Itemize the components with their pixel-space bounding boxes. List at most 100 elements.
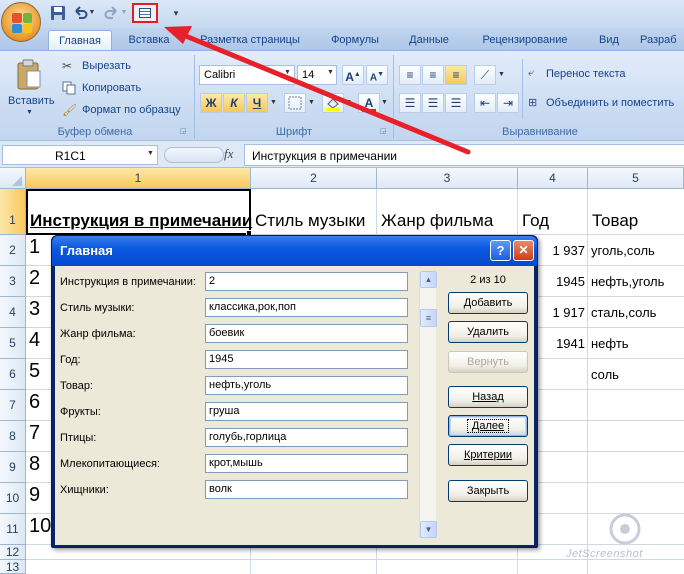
chevron-down-icon[interactable]: ▼ [120, 5, 128, 21]
dialog-launcher-icon[interactable]: ◲ [380, 127, 388, 135]
tab-home[interactable]: Главная [48, 30, 112, 50]
tab-page-layout[interactable]: Разметка страницы [190, 30, 310, 50]
tab-view[interactable]: Вид [588, 30, 630, 50]
column-header[interactable]: 1 [26, 168, 251, 189]
cell-header[interactable]: Стиль музыки [255, 211, 365, 231]
help-button[interactable]: ? [490, 240, 511, 261]
restore-button[interactable]: Вернуть [448, 351, 528, 373]
row-header[interactable]: 9 [0, 452, 26, 483]
name-box[interactable]: R1C1 ▼ [2, 145, 158, 165]
cell[interactable]: 7 [29, 422, 40, 445]
cell-header[interactable]: Год [522, 211, 549, 231]
chevron-down-icon[interactable]: ▼ [308, 99, 315, 106]
chevron-down-icon[interactable]: ▼ [270, 99, 277, 106]
tab-formulas[interactable]: Формулы [320, 30, 390, 50]
tab-developer[interactable]: Разраб [640, 30, 684, 50]
row-header[interactable]: 13 [0, 560, 26, 574]
scroll-up-icon[interactable]: ▲ [420, 271, 437, 288]
record-scrollbar[interactable]: ▲ ≡ ▼ [419, 271, 437, 538]
row-header[interactable]: 2 [0, 235, 26, 266]
row-header[interactable]: 10 [0, 483, 26, 514]
row-header[interactable]: 6 [0, 359, 26, 390]
align-top-button[interactable]: ≡ [399, 65, 421, 85]
chevron-down-icon[interactable]: ▼ [345, 99, 352, 106]
row-header[interactable]: 8 [0, 421, 26, 452]
row-header[interactable]: 11 [0, 514, 26, 545]
cell[interactable]: 3 [29, 298, 40, 321]
wrap-text-button[interactable]: ⤶ Перенос текста [528, 67, 684, 83]
row-header[interactable]: 4 [0, 297, 26, 328]
font-size-select[interactable]: 14 ▼ [297, 65, 337, 85]
column-header[interactable]: 5 [588, 168, 684, 189]
merge-center-button[interactable]: ⊞ Объединить и поместить [528, 96, 684, 112]
add-button[interactable]: Добавить [448, 292, 528, 314]
close-dialog-button[interactable]: Закрыть [448, 480, 528, 502]
form-button[interactable] [132, 3, 158, 23]
scroll-down-icon[interactable]: ▼ [420, 521, 437, 538]
back-button[interactable]: Назад [448, 386, 528, 408]
criteria-button[interactable]: Критерии [448, 444, 528, 466]
align-left-button[interactable]: ☰ [399, 93, 421, 113]
row-header[interactable]: 3 [0, 266, 26, 297]
formula-input[interactable]: Инструкция в примечании [244, 144, 684, 166]
align-center-button[interactable]: ☰ [422, 93, 444, 113]
copy-button[interactable]: Копировать [62, 81, 182, 97]
insert-function-button[interactable]: fx [224, 146, 233, 162]
row-header[interactable]: 12 [0, 545, 26, 560]
undo-icon[interactable] [72, 5, 88, 21]
field-input[interactable]: классика,рок,поп [205, 298, 408, 317]
field-input[interactable]: боевик [205, 324, 408, 343]
align-right-button[interactable]: ☰ [445, 93, 467, 113]
tab-insert[interactable]: Вставка [118, 30, 180, 50]
font-color-button[interactable]: A [358, 93, 380, 113]
borders-button[interactable] [284, 93, 306, 113]
underline-button[interactable]: Ч [246, 93, 268, 113]
dialog-launcher-icon[interactable]: ◲ [180, 127, 188, 135]
row-header[interactable]: 1 [0, 189, 26, 235]
field-input[interactable]: голубь,горлица [205, 428, 408, 447]
field-input[interactable]: нефть,уголь [205, 376, 408, 395]
fill-color-button[interactable] [322, 93, 344, 113]
cell[interactable]: 6 [29, 391, 40, 414]
paste-button[interactable]: Вставить ▼ [8, 59, 55, 116]
field-input[interactable]: 2 [205, 272, 408, 291]
font-name-select[interactable]: Calibri ▼ [199, 65, 295, 85]
cell[interactable]: нефть [591, 336, 629, 351]
column-header[interactable]: 4 [518, 168, 588, 189]
cell[interactable]: 5 [29, 360, 40, 383]
cell[interactable]: 8 [29, 453, 40, 476]
cell-header[interactable]: Жанр фильма [381, 211, 493, 231]
cell[interactable]: соль [591, 367, 619, 382]
office-button[interactable] [1, 2, 41, 42]
format-painter-button[interactable]: 🖌 Формат по образцу [62, 103, 192, 119]
field-input[interactable]: крот,мышь [205, 454, 408, 473]
select-all-button[interactable] [0, 168, 26, 189]
customize-qat-icon[interactable]: ▾ [168, 5, 184, 21]
cut-button[interactable]: ✂ Вырезать [62, 59, 182, 75]
cell[interactable]: 10 [29, 515, 51, 538]
cell[interactable]: 1 [29, 236, 40, 259]
save-icon[interactable] [50, 5, 66, 21]
cell[interactable]: нефть,уголь [591, 274, 664, 289]
align-bottom-button[interactable]: ≡ [445, 65, 467, 85]
delete-button[interactable]: Удалить [448, 321, 528, 343]
next-button[interactable]: Далее [448, 415, 528, 437]
chevron-down-icon[interactable]: ▼ [88, 5, 96, 21]
cell[interactable]: 4 [29, 329, 40, 352]
cell-header[interactable]: Товар [592, 211, 638, 231]
row-header[interactable]: 5 [0, 328, 26, 359]
column-header[interactable]: 2 [251, 168, 377, 189]
field-input[interactable]: 1945 [205, 350, 408, 369]
increase-indent-button[interactable]: ⇥ [497, 93, 519, 113]
cell[interactable]: сталь,соль [591, 305, 656, 320]
chevron-down-icon[interactable]: ▼ [498, 71, 505, 78]
cell-header[interactable]: Инструкция в примечании [30, 211, 252, 231]
align-middle-button[interactable]: ≡ [422, 65, 444, 85]
cell[interactable]: уголь,соль [591, 243, 655, 258]
field-input[interactable]: волк [205, 480, 408, 499]
italic-button[interactable]: К [223, 93, 245, 113]
bold-button[interactable]: Ж [200, 93, 222, 113]
chevron-down-icon[interactable]: ▼ [381, 99, 388, 106]
dialog-titlebar[interactable]: Главная ? ✕ [52, 236, 537, 266]
scroll-thumb[interactable]: ≡ [420, 309, 437, 327]
